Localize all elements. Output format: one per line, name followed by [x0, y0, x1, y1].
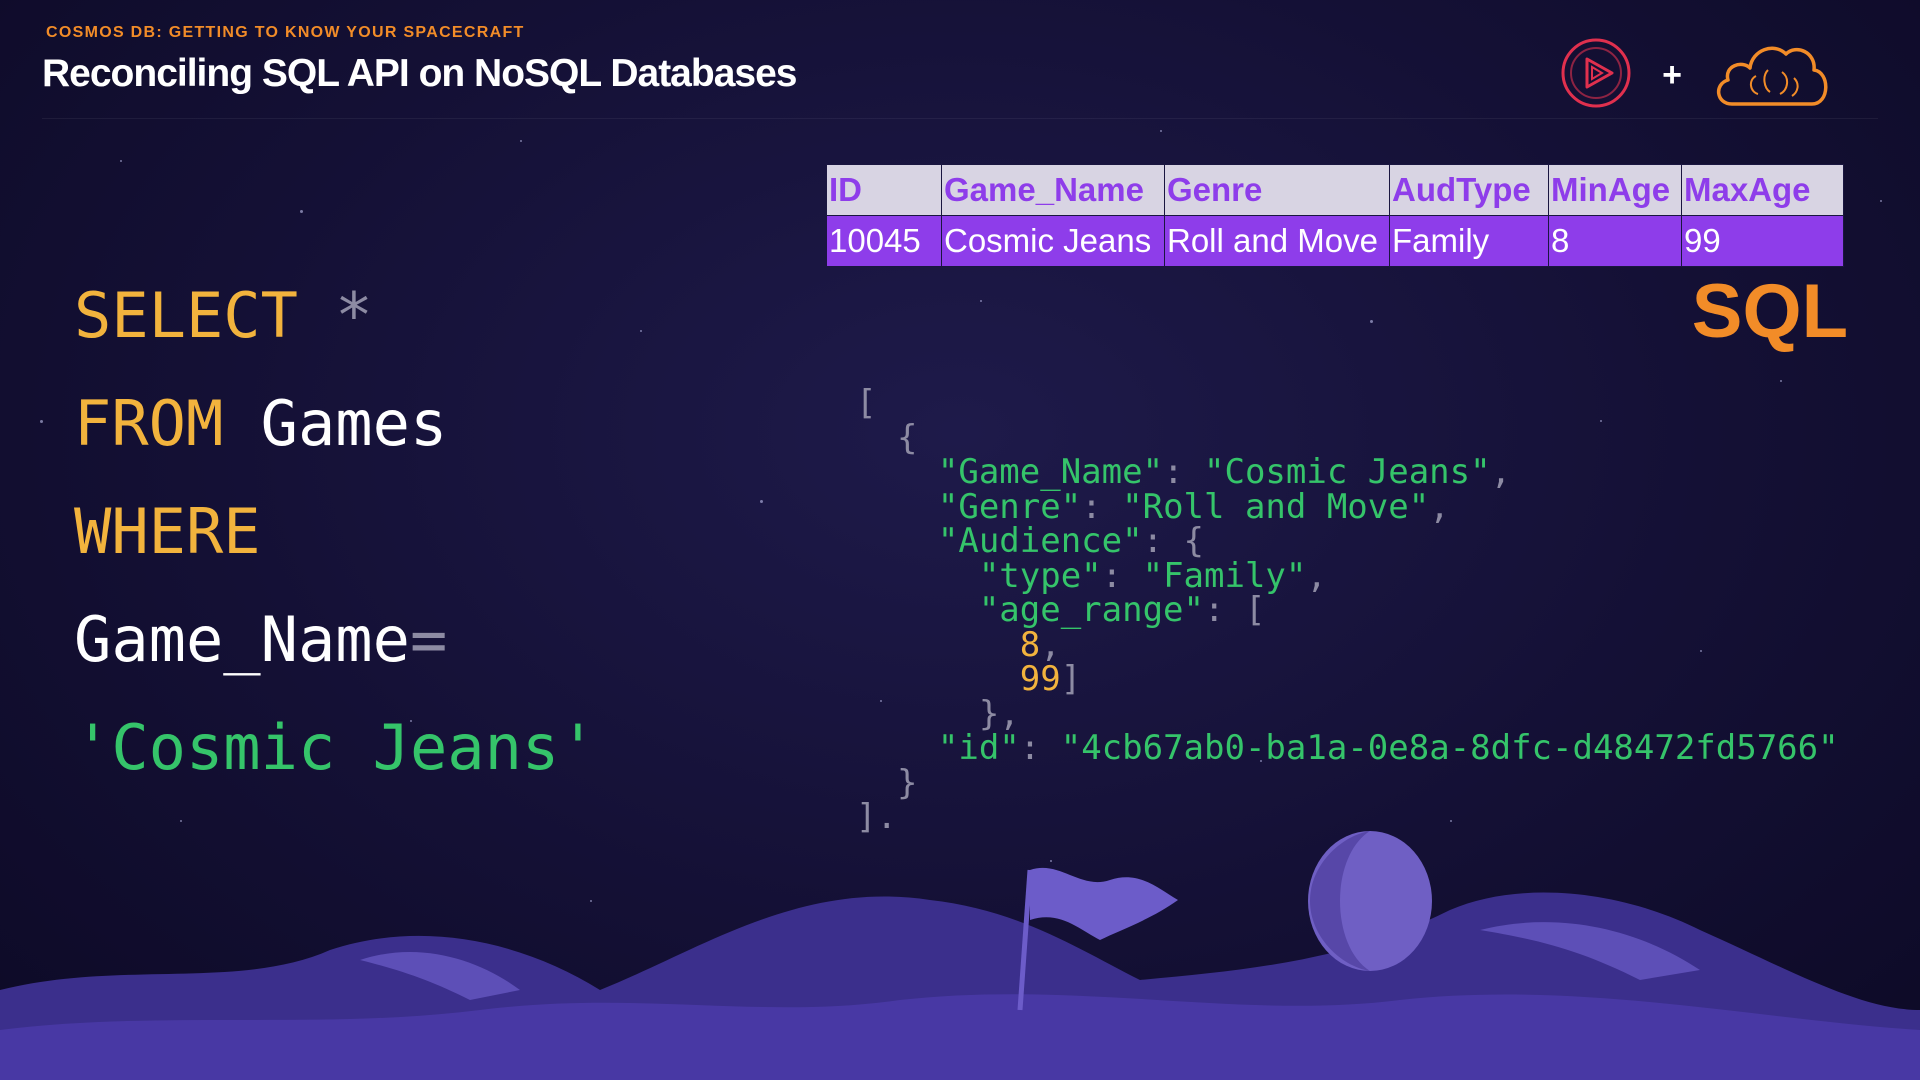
- column-header: Game_Name: [941, 164, 1165, 216]
- from-line: FROM Games: [74, 370, 597, 478]
- table-cell: Roll and Move: [1164, 215, 1390, 267]
- pluralsight-play-icon: [1560, 37, 1632, 114]
- json-key: "age_range": [978, 590, 1204, 630]
- json-value: "4cb67ab0-ba1a-0e8a-8dfc-d48472fd5766": [1060, 728, 1839, 768]
- column-header: Genre: [1164, 164, 1390, 216]
- moon-planet-illustration: [1308, 831, 1432, 971]
- condition-line: Game_Name=: [74, 586, 597, 694]
- json-key: "id": [937, 728, 1020, 768]
- column-header: MinAge: [1548, 164, 1682, 216]
- json-number: 99: [1019, 659, 1061, 699]
- equals-operator: =: [409, 603, 448, 676]
- table-cell: Family: [1389, 215, 1549, 267]
- result-table: ID Game_Name Genre AudType MinAge MaxAge…: [826, 164, 1844, 267]
- header-divider: [42, 118, 1878, 119]
- select-keyword: SELECT: [74, 279, 298, 352]
- plus-sign: +: [1662, 56, 1682, 94]
- slide-title: Reconciling SQL API on NoSQL Databases: [42, 52, 797, 95]
- column-name: Game_Name: [74, 603, 410, 676]
- where-line: WHERE: [74, 478, 597, 586]
- course-kicker: COSMOS DB: GETTING TO KNOW YOUR SPACECRA…: [46, 24, 525, 41]
- string-value: 'Cosmic Jeans': [74, 711, 597, 784]
- sql-badge: SQL: [1691, 269, 1848, 354]
- json-value: "Roll and Move": [1122, 486, 1430, 527]
- json-close-brace: }: [896, 762, 918, 803]
- column-header: ID: [826, 164, 942, 216]
- table-row: 10045 Cosmic Jeans Roll and Move Family …: [826, 215, 1844, 267]
- table-cell: 99: [1681, 215, 1844, 267]
- moon-landscape-illustration: [0, 867, 1920, 1080]
- json-open-brace: {: [896, 417, 918, 458]
- column-header: MaxAge: [1681, 164, 1844, 216]
- select-line: SELECT *: [74, 262, 597, 370]
- sql-query: SELECT * FROM Games WHERE Game_Name= 'Co…: [74, 262, 597, 802]
- star-operator: *: [335, 279, 373, 352]
- table-header-row: ID Game_Name Genre AudType MinAge MaxAge: [826, 164, 1844, 216]
- table-cell: 8: [1548, 215, 1682, 267]
- json-document: [ { "Game_Name": "Cosmic Jeans", "Genre"…: [856, 383, 1839, 837]
- column-header: AudType: [1389, 164, 1549, 216]
- value-line: 'Cosmic Jeans': [74, 694, 597, 802]
- table-cell: Cosmic Jeans: [941, 215, 1165, 267]
- json-close-bracket: ].: [856, 797, 897, 837]
- from-keyword: FROM: [74, 387, 224, 460]
- logo-group: +: [1560, 36, 1832, 115]
- where-keyword: WHERE: [74, 495, 261, 568]
- table-name: Games: [260, 387, 448, 460]
- table-cell: 10045: [826, 215, 942, 267]
- json-open-bracket: [: [856, 383, 877, 423]
- cloud-brain-icon: [1712, 36, 1832, 115]
